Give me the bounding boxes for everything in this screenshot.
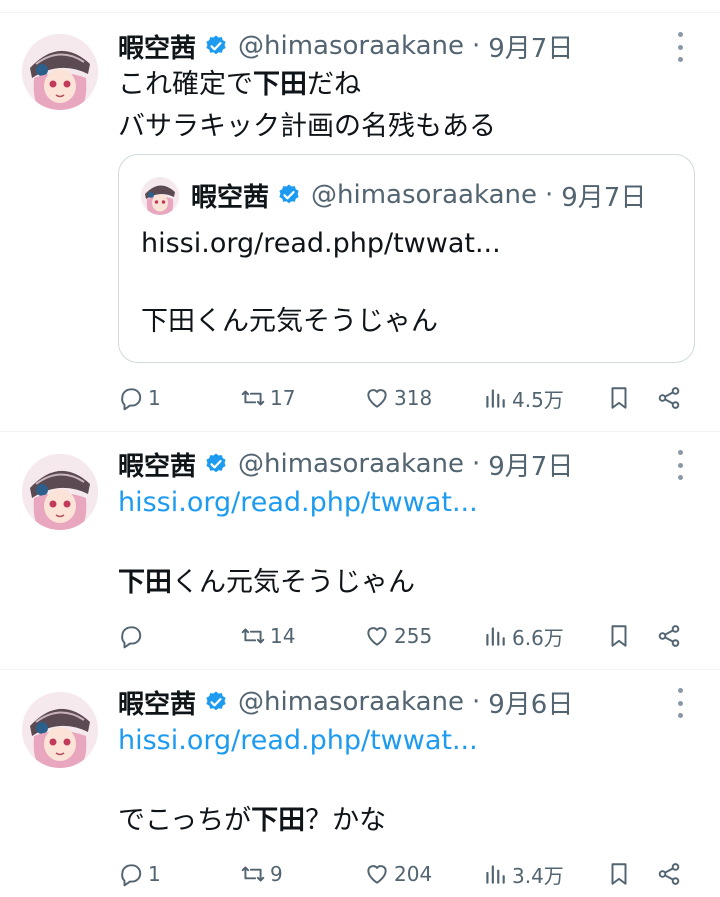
display-name[interactable]: 暇空茜 [118,684,196,721]
retweet-count: 9 [270,862,283,886]
retweet-button[interactable]: 17 [240,378,295,418]
heart-icon [367,627,387,646]
handle[interactable]: @himasoraakane [238,31,464,61]
quoted-avatar [141,177,179,215]
heart-icon [367,865,387,884]
bookmark-icon [611,387,627,409]
separator-dot: · [472,449,481,479]
verified-badge-icon [204,452,228,476]
more-options-icon[interactable] [670,32,690,62]
share-icon [658,625,680,647]
views-button[interactable]: 6.6万 [482,616,564,656]
retweet-button[interactable]: 14 [240,616,295,656]
action-bar: 1 9 204 3.4万 [118,854,688,894]
quoted-date: 9月7日 [561,182,647,213]
tweet-2[interactable]: 暇空茜 @himasoraakane · 9月7日 hissi.org/read… [0,432,720,670]
tweet-date[interactable]: 9月7日 [488,446,573,483]
display-name[interactable]: 暇空茜 [118,446,196,483]
tweet-link[interactable]: hissi.org/read.php/twwat... [118,482,478,524]
like-button[interactable]: 318 [364,378,432,418]
quoted-text: 下田くん元気そうじゃん [141,306,438,337]
verified-badge-icon [277,183,301,207]
share-icon [658,863,680,885]
retweet-icon [241,628,265,644]
like-button[interactable]: 255 [364,616,432,656]
tweet-text-line-1: これ確定で下田だね [118,69,361,100]
more-options-icon[interactable] [670,688,690,718]
tweet-header: 暇空茜 @himasoraakane · 9月7日 [118,444,573,484]
tweet-date[interactable]: 9月7日 [488,28,573,65]
bookmark-icon [611,863,627,885]
share-button[interactable] [656,616,682,656]
avatar[interactable] [22,692,98,768]
reply-button[interactable]: 1 [118,854,161,894]
handle[interactable]: @himasoraakane [238,687,464,717]
separator-dot: · [472,31,481,61]
verified-badge-icon [204,34,228,58]
views-count: 3.4万 [512,863,564,888]
reply-count: 1 [148,862,161,886]
tweet-3[interactable]: 暇空茜 @himasoraakane · 9月6日 hissi.org/read… [0,670,720,897]
quoted-header: 暇空茜 @himasoraakane · 9月7日 [191,175,646,215]
tweet-header: 暇空茜 @himasoraakane · 9月6日 [118,682,573,722]
tweet-text-line-2: バサラキック計画の名残もある [118,111,496,142]
reply-icon [121,626,142,649]
verified-badge-icon [204,690,228,714]
tweet-date[interactable]: 9月6日 [488,684,573,721]
views-icon [486,389,505,408]
action-bar: 1 17 318 4.5万 [118,378,688,418]
bookmark-button[interactable] [606,854,632,894]
views-icon [486,865,505,884]
views-icon [486,627,505,646]
share-icon [658,387,680,409]
tweet-text: これ確定で下田だね バサラキック計画の名残もある [118,64,496,148]
reply-icon [121,864,142,887]
avatar[interactable] [22,34,98,110]
like-button[interactable]: 204 [364,854,432,894]
handle[interactable]: @himasoraakane [238,449,464,479]
reply-icon [121,388,142,411]
views-button[interactable]: 4.5万 [482,378,564,418]
more-options-icon[interactable] [670,450,690,480]
quoted-tweet[interactable]: 暇空茜 @himasoraakane · 9月7日 hissi.org/read… [118,154,695,363]
retweet-icon [241,866,265,882]
bookmark-icon [611,625,627,647]
quoted-handle: @himasoraakane [311,180,537,210]
action-bar: 14 255 6.6万 [118,616,688,656]
separator-dot: · [472,687,481,717]
views-button[interactable]: 3.4万 [482,854,564,894]
retweet-icon [241,390,265,406]
avatar[interactable] [22,454,98,530]
like-count: 318 [394,386,433,410]
retweet-count: 14 [270,624,296,648]
tweet-text: でこっちが下田？かな [118,805,387,836]
heart-icon [367,389,387,408]
tweet-link[interactable]: hissi.org/read.php/twwat... [118,720,478,762]
reply-button[interactable] [118,616,148,656]
views-count: 6.6万 [512,625,564,650]
share-button[interactable] [656,378,682,418]
share-button[interactable] [656,854,682,894]
like-count: 204 [394,862,433,886]
like-count: 255 [394,624,433,648]
separator-dot: · [545,180,554,210]
retweet-button[interactable]: 9 [240,854,283,894]
bookmark-button[interactable] [606,378,632,418]
quoted-link: hissi.org/read.php/twwat... [141,228,501,259]
reply-button[interactable]: 1 [118,378,161,418]
retweet-count: 17 [270,386,296,410]
reply-count: 1 [148,386,161,410]
views-count: 4.5万 [512,387,564,412]
display-name[interactable]: 暇空茜 [118,28,196,65]
bookmark-button[interactable] [606,616,632,656]
tweet-1[interactable]: 暇空茜 @himasoraakane · 9月7日 これ確定で下田だね バサラキ… [0,12,720,432]
quoted-display-name: 暇空茜 [191,182,270,213]
tweet-text: 下田くん元気そうじゃん [118,567,415,598]
tweet-header: 暇空茜 @himasoraakane · 9月7日 [118,26,573,66]
